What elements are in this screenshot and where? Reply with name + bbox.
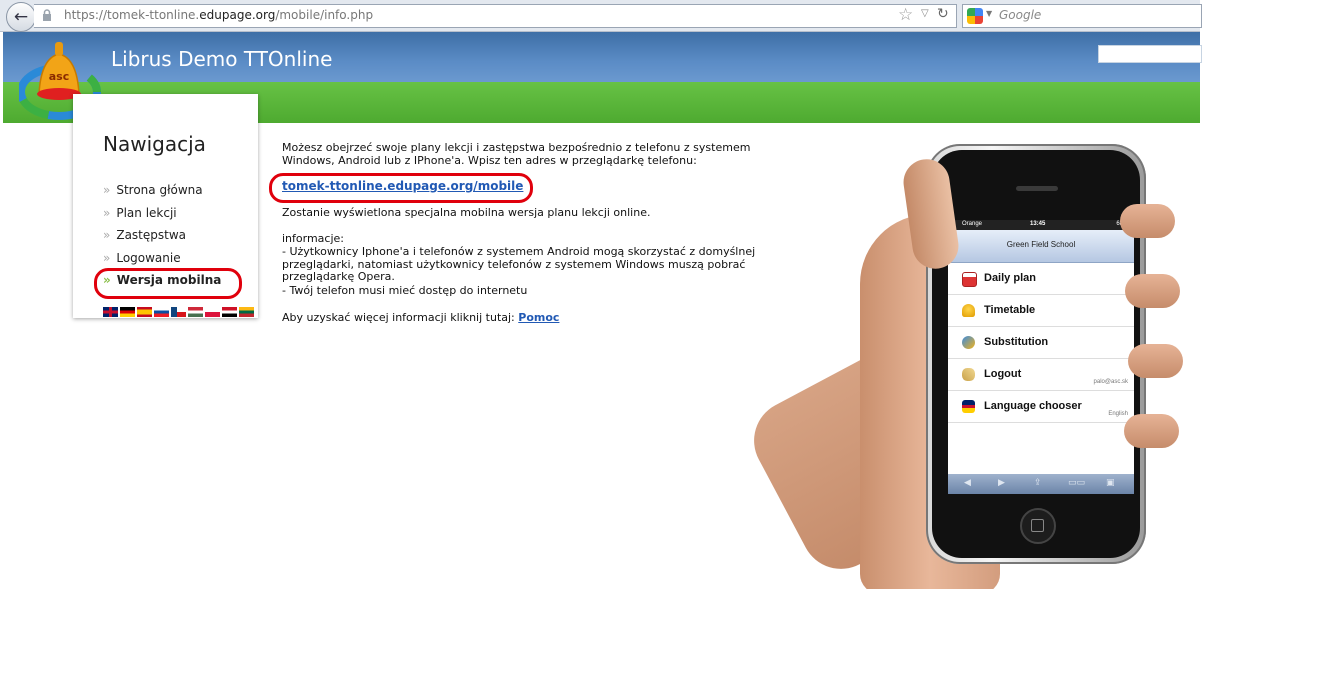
flag-hu-icon[interactable] [188, 307, 203, 317]
phone-screen: Orange 13:45 68 % Green Field School Dai… [948, 220, 1134, 494]
url-domain: edupage.org [199, 8, 276, 22]
intro-text: Możesz obejrzeć swoje plany lekcji i zas… [282, 141, 751, 167]
info-internet: - Twój telefon musi mieć dostęp do inter… [282, 284, 528, 297]
menu-label: Daily plan [984, 272, 1036, 284]
menu-sublabel: English [1108, 411, 1128, 417]
back-button[interactable]: ← [6, 2, 36, 32]
substitution-icon [962, 336, 975, 349]
url-path: /mobile/info.php [275, 8, 374, 22]
key-icon [962, 368, 975, 381]
sidebar-item-home[interactable]: » Strona główna [103, 183, 203, 197]
info-browsers: - Użytkownicy Iphone'a i telefonów z sys… [282, 245, 756, 283]
flags-icon [962, 400, 975, 413]
sidebar-item-label: Strona główna [116, 183, 203, 197]
phone-body: Orange 13:45 68 % Green Field School Dai… [926, 144, 1146, 564]
flag-eg-icon[interactable] [222, 307, 237, 317]
flag-lt-icon[interactable] [239, 307, 254, 317]
highlight-circle [269, 173, 533, 203]
search-engine-dropdown-icon[interactable]: ▼ [986, 9, 992, 18]
menu-label: Language chooser [984, 400, 1082, 412]
help-label: Aby uzyskać więcej informacji kliknij tu… [282, 311, 519, 324]
language-flags [103, 307, 254, 317]
highlight-circle [94, 268, 242, 299]
menu-sublabel: palo@asc.sk [1093, 379, 1128, 385]
phone-illustration: Orange 13:45 68 % Green Field School Dai… [740, 124, 1200, 589]
home-button-icon [1020, 508, 1056, 544]
phone-menu-substitution: Substitution [948, 327, 1134, 359]
phone-tabs-icon: ▣ [1106, 478, 1115, 488]
menu-label: Logout [984, 368, 1022, 380]
back-arrow-icon: ← [13, 7, 29, 27]
sidebar-item-label: Zastępstwa [116, 228, 186, 242]
sidebar-item-substitutions[interactable]: » Zastępstwa [103, 228, 186, 242]
finger-image [1125, 274, 1180, 308]
phone-menu-language: Language chooser English [948, 391, 1134, 423]
school-header: Green Field School [948, 230, 1134, 263]
help-text: Aby uzyskać więcej informacji kliknij tu… [282, 311, 559, 325]
history-dropdown-icon[interactable]: ▽ [921, 8, 929, 19]
phone-menu-timetable: Timetable [948, 295, 1134, 327]
google-icon[interactable] [967, 8, 983, 24]
search-bar[interactable]: ▼ Google [962, 4, 1202, 28]
phone-face: Orange 13:45 68 % Green Field School Dai… [932, 150, 1140, 558]
flag-gb-icon[interactable] [103, 307, 118, 317]
phone-menu-logout: Logout palo@asc.sk [948, 359, 1134, 391]
flag-cz-icon[interactable] [171, 307, 186, 317]
sidebar-item-timetable[interactable]: » Plan lekcji [103, 206, 177, 220]
finger-image [1124, 414, 1179, 448]
chevron-double-right-icon: » [103, 228, 111, 242]
phone-back-icon: ◀ [964, 478, 971, 488]
site-title: Librus Demo TTOnline [111, 47, 333, 71]
bookmark-star-icon[interactable]: ☆ [898, 5, 913, 25]
calendar-icon [962, 272, 977, 287]
sidebar-title: Nawigacja [103, 132, 206, 156]
address-bar[interactable]: https://tomek-ttonline.edupage.org/mobil… [34, 4, 957, 28]
carrier-label: Orange [962, 221, 983, 227]
navigation-sidebar: Nawigacja » Strona główna » Plan lekcji » Z… [73, 94, 258, 318]
header-search-input[interactable] [1098, 45, 1202, 63]
sidebar-item-login[interactable]: » Logowanie [103, 251, 181, 265]
logo-text: asc [49, 70, 70, 83]
description-text: Zostanie wyświetlona specjalna mobilna w… [282, 206, 651, 219]
phone-toolbar: ◀ ▶ ⇪ ▭▭ ▣ [948, 474, 1134, 494]
phone-share-icon: ⇪ [1034, 478, 1042, 488]
reload-icon[interactable]: ↻ [937, 6, 949, 22]
sidebar-item-label: Logowanie [116, 251, 181, 265]
flag-es-icon[interactable] [137, 307, 152, 317]
clock-label: 13:45 [1030, 221, 1046, 227]
help-link[interactable]: Pomoc [518, 311, 559, 324]
speaker-icon [1016, 186, 1058, 191]
finger-image [1120, 204, 1175, 238]
url-text: https://tomek-ttonline.edupage.org/mobil… [64, 8, 373, 22]
chevron-double-right-icon: » [103, 251, 111, 265]
phone-bookmarks-icon: ▭▭ [1068, 478, 1086, 488]
browser-toolbar: ← https://tomek-ttonline.edupage.org/mob… [0, 0, 1202, 32]
info-heading: informacje: [282, 232, 344, 245]
chevron-double-right-icon: » [103, 183, 111, 197]
menu-label: Substitution [984, 336, 1049, 348]
phone-menu-daily-plan: Daily plan [948, 263, 1134, 295]
finger-image [1128, 344, 1183, 378]
flag-sk-icon[interactable] [154, 307, 169, 317]
chevron-double-right-icon: » [103, 206, 111, 220]
phone-forward-icon: ▶ [998, 478, 1005, 488]
bell-icon [962, 304, 975, 317]
url-prefix: https://tomek-ttonline. [64, 8, 200, 22]
lock-icon [43, 9, 51, 21]
status-bar: Orange 13:45 68 % [948, 220, 1134, 230]
sidebar-item-label: Plan lekcji [116, 206, 177, 220]
menu-label: Timetable [984, 304, 1036, 316]
search-input[interactable]: Google [999, 8, 1041, 22]
main-content: Możesz obejrzeć swoje plany lekcji i zas… [269, 141, 792, 324]
flag-de-icon[interactable] [120, 307, 135, 317]
school-name: Green Field School [1006, 240, 1076, 249]
flag-pl-icon[interactable] [205, 307, 220, 317]
